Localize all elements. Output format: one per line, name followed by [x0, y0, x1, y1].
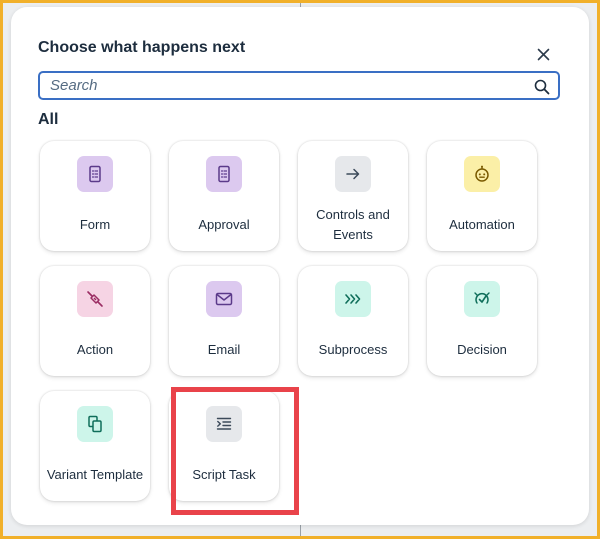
form-icon [89, 165, 101, 183]
tile-email[interactable]: Email [169, 266, 279, 376]
tile-decision[interactable]: Decision [427, 266, 537, 376]
tile-label-controls-and-events: Controls and Events [316, 207, 390, 242]
dialog-title: Choose what happens next [38, 39, 246, 56]
tile-icon-box [206, 281, 242, 317]
tile-variant-template[interactable]: Variant Template [40, 391, 150, 501]
tile-label-form: Form [79, 217, 111, 232]
decision-icon [474, 292, 490, 304]
tile-label-subprocess: Subprocess [318, 342, 388, 357]
plug-icon [87, 291, 103, 307]
approval-icon [218, 165, 230, 183]
indent-icon [216, 417, 232, 430]
arrow-right-icon [346, 168, 360, 180]
tile-label-automation: Automation [449, 217, 515, 232]
tile-icon-box [335, 156, 371, 192]
copy-icon [88, 415, 102, 433]
tile-controls-and-events[interactable]: Controls and Events [298, 141, 408, 251]
tile-automation[interactable]: Automation [427, 141, 537, 251]
tile-icon-box [77, 281, 113, 317]
tile-form[interactable]: Form [40, 141, 150, 251]
tile-action[interactable]: Action [40, 266, 150, 376]
tile-icon-box [335, 281, 371, 317]
close-button[interactable] [533, 44, 553, 64]
tile-label-decision: Decision [457, 342, 507, 357]
tile-icon-box [77, 406, 113, 442]
tile-label-approval: Approval [198, 217, 250, 232]
search-icon [534, 79, 549, 94]
choose-next-step-dialog: Choose what happens next All [11, 7, 589, 525]
robot-icon [475, 165, 489, 182]
chevrons-right-icon [345, 294, 361, 304]
tile-icon-box [464, 156, 500, 192]
tile-icon-box [464, 281, 500, 317]
tile-label-script-task: Script Task [192, 467, 256, 482]
search-button[interactable] [533, 78, 550, 95]
tile-icon-box [206, 156, 242, 192]
tile-label-variant-template: Variant Template [46, 467, 144, 482]
tile-label-email: Email [207, 342, 241, 357]
tile-icon-box [77, 156, 113, 192]
tile-icon-box [206, 406, 242, 442]
search-input[interactable] [40, 73, 520, 98]
section-label-all: All [38, 111, 59, 128]
tile-script-task[interactable]: Script Task [169, 391, 279, 501]
search-field [38, 71, 560, 100]
envelope-icon [215, 292, 233, 306]
close-icon [537, 48, 549, 60]
canvas-background: Choose what happens next All [3, 3, 597, 536]
tile-label-action: Action [76, 342, 114, 357]
tile-approval[interactable]: Approval [169, 141, 279, 251]
tile-subprocess[interactable]: Subprocess [298, 266, 408, 376]
